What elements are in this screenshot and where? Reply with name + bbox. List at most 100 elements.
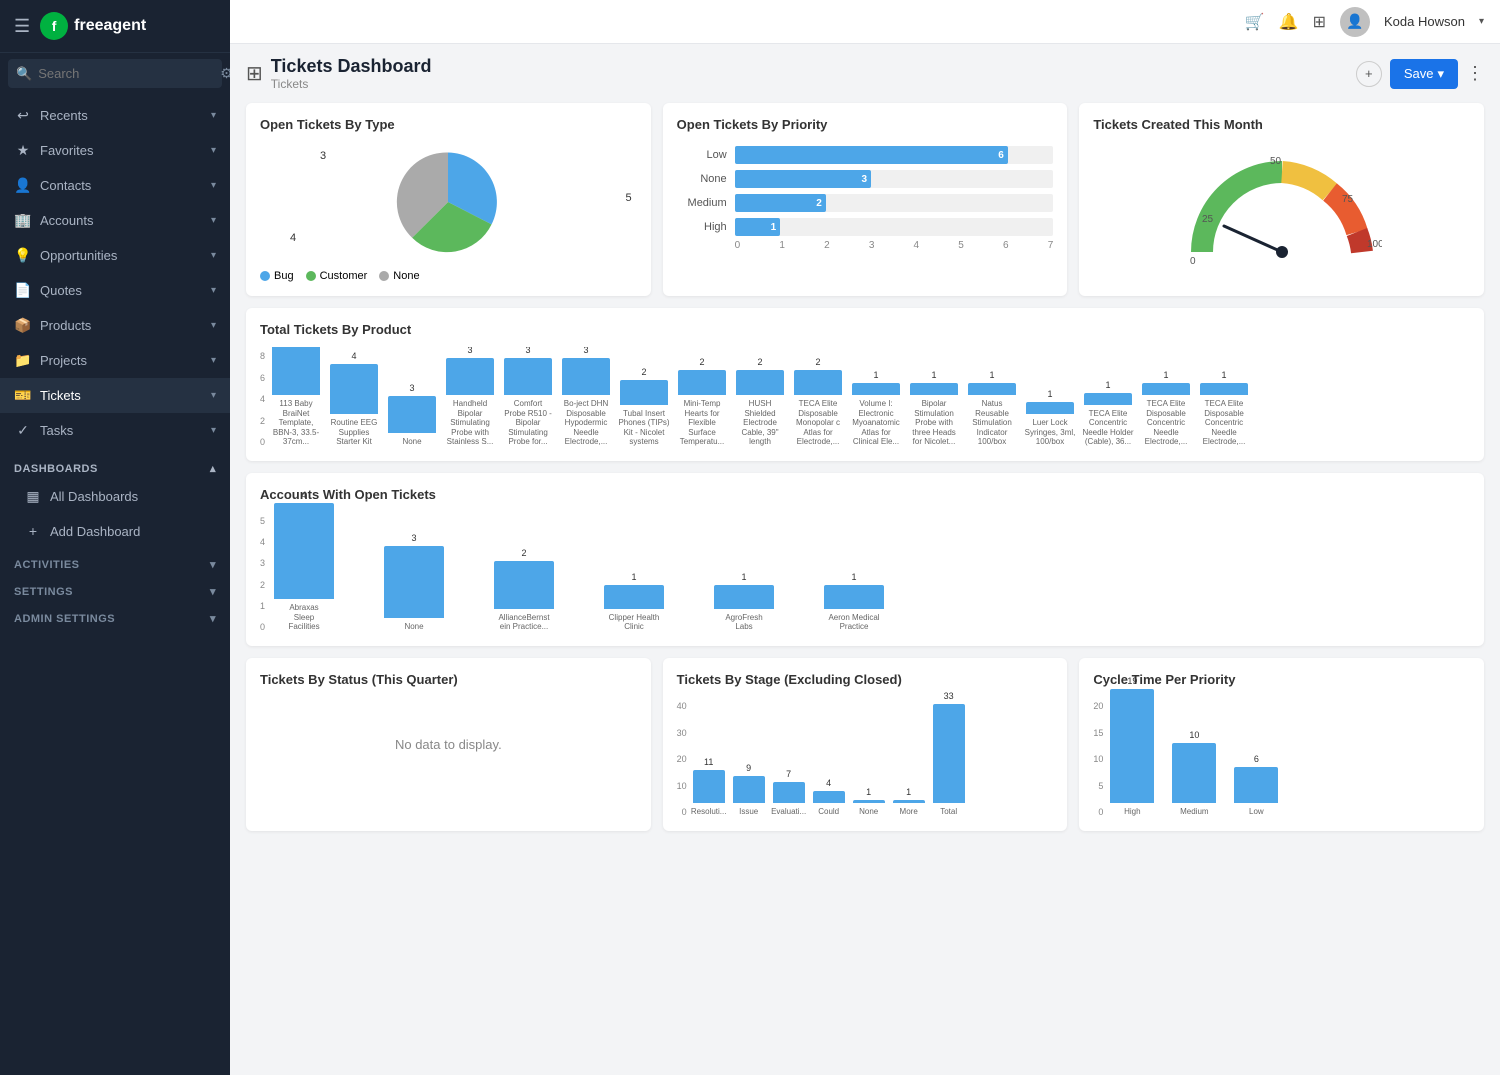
recents-icon: ↩	[14, 107, 32, 124]
add-dashboard-icon: +	[24, 523, 42, 539]
chevron-icon: ▾	[211, 390, 216, 401]
product-bar-14: 1 TECA Elite Concentric Needle Holder (C…	[1081, 393, 1135, 447]
logo-text: freeagent	[74, 17, 146, 35]
dashboard-icon: ⊞	[246, 61, 263, 86]
product-bar-15: 1 TECA Elite Disposable Concentric Needl…	[1139, 383, 1193, 447]
sidebar-item-products[interactable]: 📦 Products ▾	[0, 308, 230, 343]
pie-legend: Bug Customer None	[260, 270, 637, 282]
product-bar-7: 2 Mini-Temp Hearts for Flexible Surface …	[675, 370, 729, 447]
settings-icon[interactable]: ⚙	[220, 65, 230, 82]
total-by-product-card: Total Tickets By Product 86420 7 113 Bab…	[246, 308, 1484, 461]
accounts-bars: 4 Abraxas Sleep Facilities 3 None 2 Alli…	[269, 512, 1470, 632]
pie-label-5: 5	[626, 192, 632, 204]
more-options-button[interactable]: ⋮	[1466, 63, 1484, 84]
product-bar-2: 3 None	[385, 396, 439, 447]
user-chevron-icon[interactable]: ▾	[1479, 16, 1484, 27]
pie-label-3: 3	[320, 150, 326, 162]
products-icon: 📦	[14, 317, 32, 334]
settings-section[interactable]: SETTINGS▾	[0, 575, 230, 602]
product-bar-3: 3 Handheld Bipolar Stimulating Probe wit…	[443, 358, 497, 447]
admin-settings-section[interactable]: ADMIN SETTINGS▾	[0, 602, 230, 629]
search-icon: 🔍	[16, 66, 32, 82]
all-dashboards-icon: ▦	[24, 488, 42, 505]
search-container[interactable]: 🔍 ⚙	[8, 59, 222, 88]
title-area: ⊞ Tickets Dashboard Tickets	[246, 56, 432, 91]
product-bar-6: 2 Tubal Insert Phones (TIPs) Kit - Nicol…	[617, 380, 671, 447]
search-input[interactable]	[38, 66, 214, 81]
cart-icon[interactable]: 🛒	[1245, 12, 1265, 32]
total-by-product-title: Total Tickets By Product	[260, 322, 1470, 337]
product-bar-16: 1 TECA Elite Disposable Concentric Needl…	[1197, 383, 1251, 447]
priority-axis: 01234567	[677, 240, 1054, 251]
by-status-title: Tickets By Status (This Quarter)	[260, 672, 637, 687]
product-bar-5: 3 Bo-ject DHN Disposable Hypodermic Need…	[559, 358, 613, 447]
cycle-time-card: Cycle Time Per Priority 20151050 19 High…	[1079, 658, 1484, 831]
logo-area: f freeagent	[40, 12, 146, 40]
stage-chart-area: 403020100 11 Resoluti... 9 Issue	[677, 697, 1054, 817]
bell-icon[interactable]: 🔔	[1279, 12, 1299, 32]
product-bar-0: 7 113 Baby BraiNet Template, BBN-3, 33.5…	[269, 347, 323, 447]
svg-text:100: 100	[1367, 239, 1382, 250]
sidebar-item-all-dashboards[interactable]: ▦ All Dashboards	[0, 479, 230, 514]
none-bar: 3	[735, 170, 871, 188]
quotes-icon: 📄	[14, 282, 32, 299]
projects-icon: 📁	[14, 352, 32, 369]
tickets-this-month-card: Tickets Created This Month	[1079, 103, 1484, 296]
product-bar-13: 1 Luer Lock Syringes, 3ml, 100/box	[1023, 402, 1077, 447]
open-by-type-title: Open Tickets By Type	[260, 117, 637, 132]
no-data-label: No data to display.	[260, 697, 637, 792]
gauge-svg: 0 50 100 25 75	[1182, 142, 1382, 272]
product-bars: 7 113 Baby BraiNet Template, BBN-3, 33.5…	[269, 347, 1470, 447]
product-bar-1: 4 Routine EEG Supplies Starter Kit	[327, 364, 381, 447]
save-button[interactable]: Save ▾	[1390, 59, 1458, 89]
svg-text:0: 0	[1190, 256, 1196, 267]
add-widget-button[interactable]: +	[1356, 61, 1382, 87]
stage-bar-3: 4 Could	[811, 791, 847, 817]
save-chevron-icon: ▾	[1437, 66, 1444, 82]
contacts-icon: 👤	[14, 177, 32, 194]
cycle-bar-medium: 10 Medium	[1169, 743, 1219, 817]
stage-y-axis: 403020100	[677, 697, 687, 817]
bug-dot	[260, 271, 270, 281]
product-bar-12: 1 Natus Reusable Stimulation Indicator 1…	[965, 383, 1019, 447]
sidebar-item-favorites[interactable]: ★ Favorites ▾	[0, 133, 230, 168]
sidebar-item-opportunities[interactable]: 💡 Opportunities ▾	[0, 238, 230, 273]
svg-text:75: 75	[1342, 194, 1354, 205]
accounts-bar-4: 1 AgroFresh Labs	[709, 585, 779, 632]
sidebar-item-contacts[interactable]: 👤 Contacts ▾	[0, 168, 230, 203]
by-status-card: Tickets By Status (This Quarter) No data…	[246, 658, 651, 831]
sidebar-item-tickets[interactable]: 🎫 Tickets ▾	[0, 378, 230, 413]
svg-text:25: 25	[1202, 214, 1214, 225]
hamburger-icon[interactable]: ☰	[14, 16, 30, 37]
pie-chart: 3 5 4	[260, 142, 637, 262]
sidebar-item-tasks[interactable]: ✓ Tasks ▾	[0, 413, 230, 448]
open-by-type-card: Open Tickets By Type 3 5 4	[246, 103, 651, 296]
activities-section[interactable]: ACTIVITIES▾	[0, 548, 230, 575]
chevron-icon: ▾	[211, 180, 216, 191]
sidebar-item-add-dashboard[interactable]: + Add Dashboard	[0, 514, 230, 548]
sidebar-item-projects[interactable]: 📁 Projects ▾	[0, 343, 230, 378]
favorites-icon: ★	[14, 142, 32, 159]
priority-row-high: High 1	[677, 218, 1054, 236]
chevron-icon: ▾	[211, 355, 216, 366]
chevron-icon: ▾	[211, 250, 216, 261]
dashboards-section[interactable]: DASHBOARDS▴	[0, 452, 230, 479]
avatar: 👤	[1340, 7, 1370, 37]
product-bar-10: 1 Volume I: Electronic Myoanatomic Atlas…	[849, 383, 903, 447]
sidebar-item-quotes[interactable]: 📄 Quotes ▾	[0, 273, 230, 308]
product-bar-4: 3 Comfort Probe R510 - Bipolar Stimulati…	[501, 358, 555, 447]
chevron-icon: ▾	[211, 285, 216, 296]
by-stage-title: Tickets By Stage (Excluding Closed)	[677, 672, 1054, 687]
product-y-axis: 86420	[260, 347, 265, 447]
accounts-open-card: Accounts With Open Tickets 543210 4 Abra…	[246, 473, 1484, 646]
logo-icon: f	[40, 12, 68, 40]
top-row-charts: Open Tickets By Type 3 5 4	[246, 103, 1484, 296]
user-name[interactable]: Koda Howson	[1384, 14, 1465, 29]
grid-icon[interactable]: ⊞	[1313, 12, 1326, 32]
sidebar-item-recents[interactable]: ↩ Recents ▾	[0, 98, 230, 133]
tickets-this-month-title: Tickets Created This Month	[1093, 117, 1470, 132]
product-bar-8: 2 HUSH Shielded Electrode Cable, 39" len…	[733, 370, 787, 447]
priority-row-medium: Medium 2	[677, 194, 1054, 212]
sidebar-item-accounts[interactable]: 🏢 Accounts ▾	[0, 203, 230, 238]
priority-row-low: Low 6	[677, 146, 1054, 164]
